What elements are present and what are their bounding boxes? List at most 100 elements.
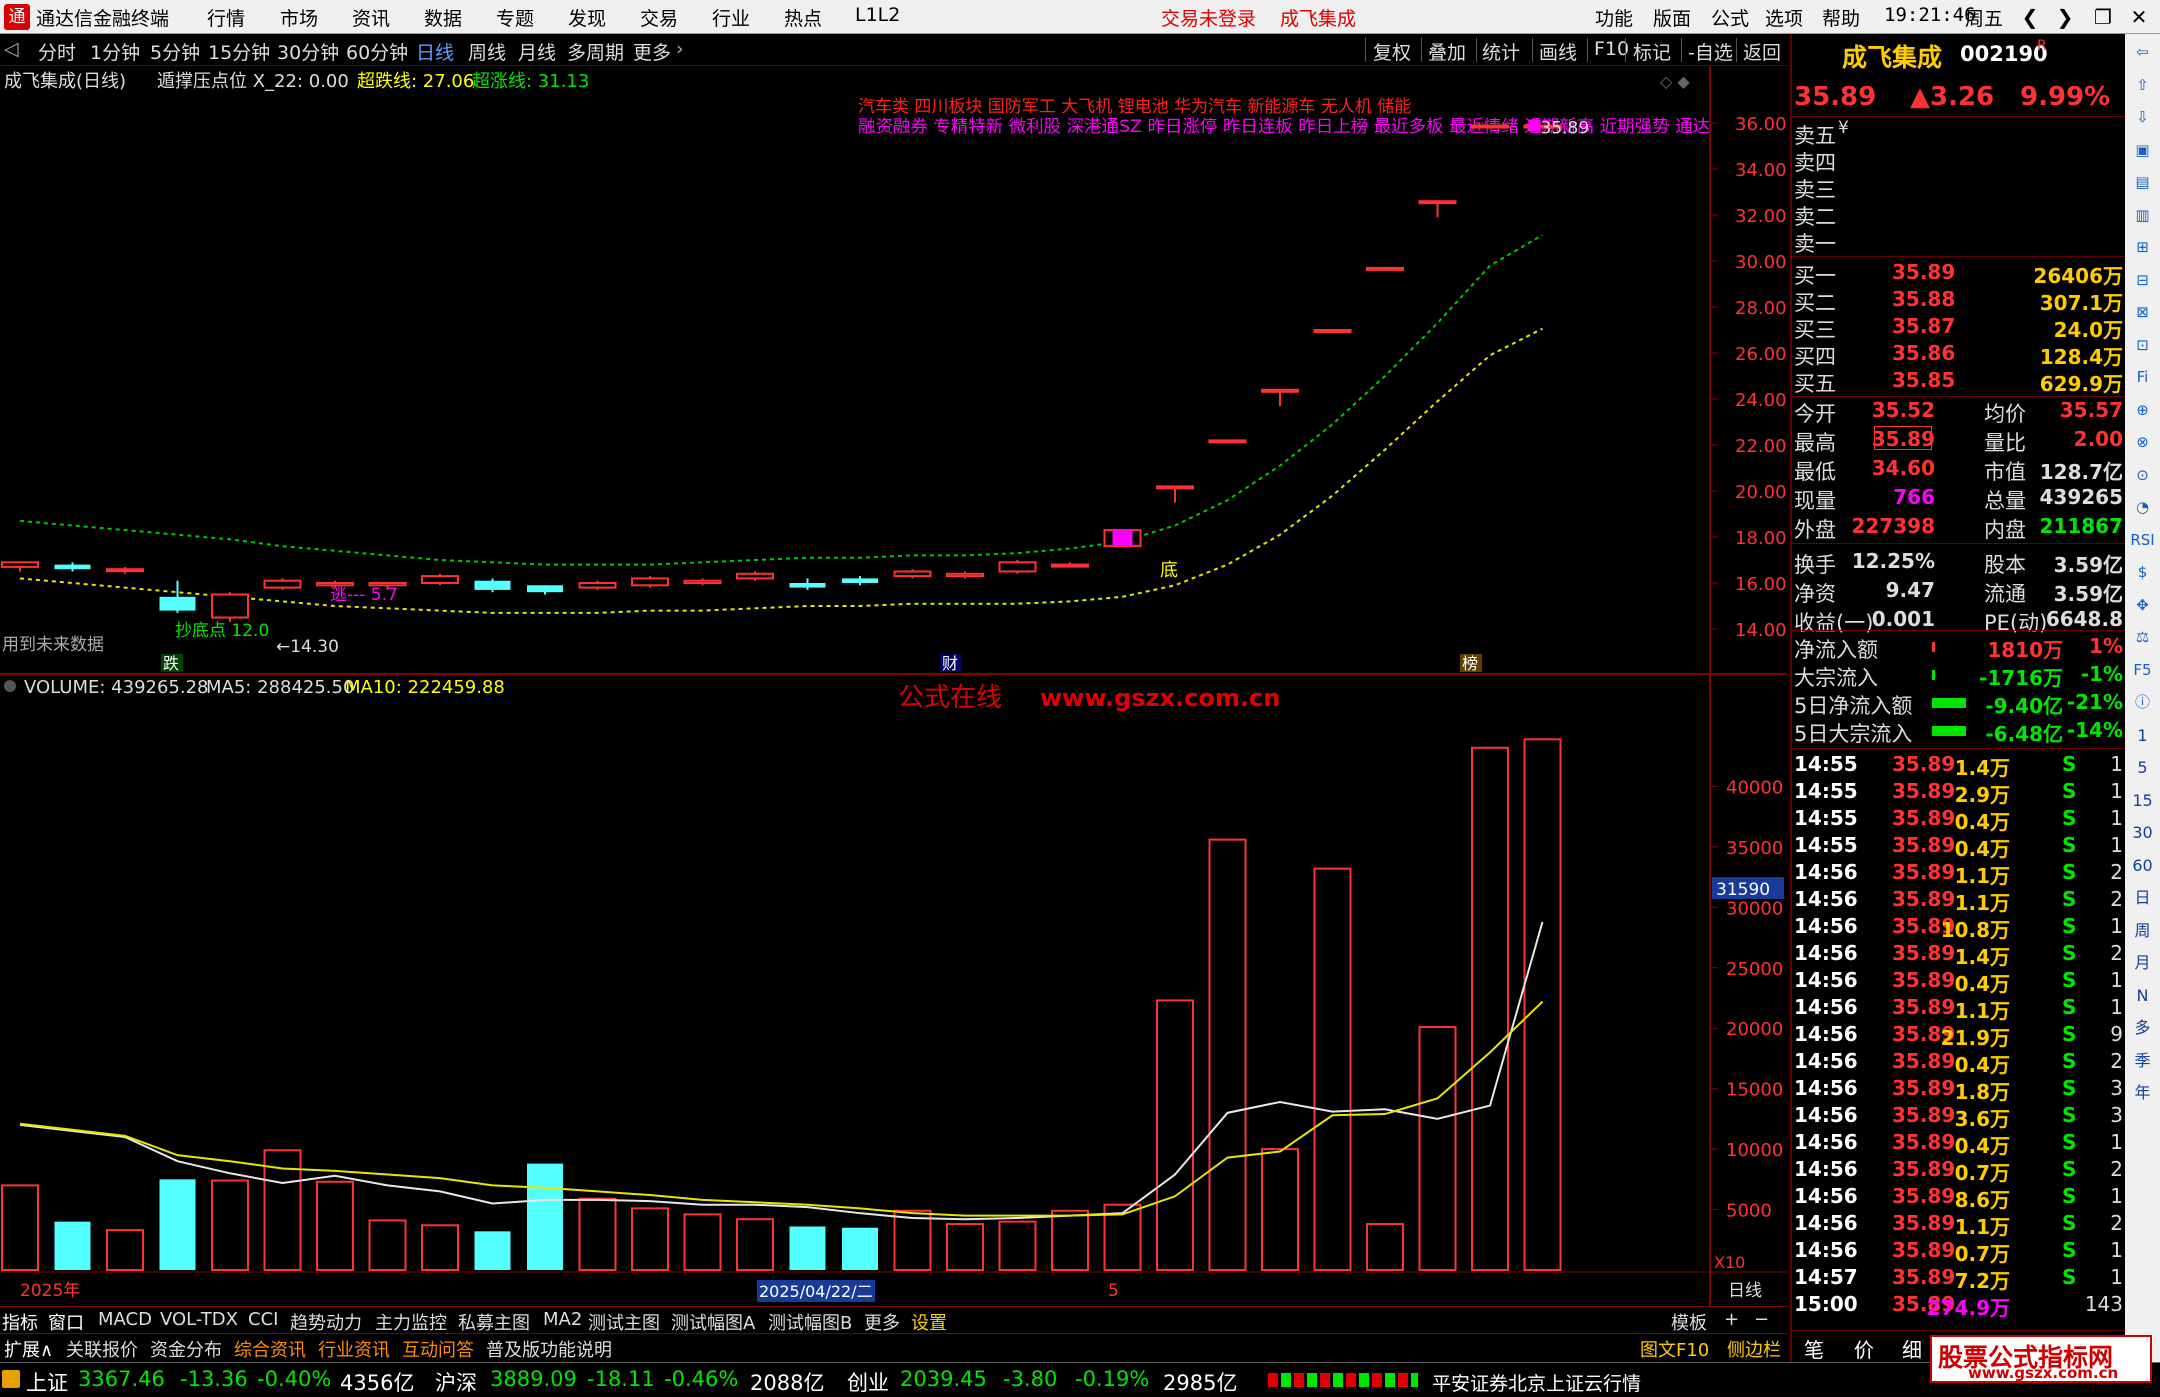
chart-options-icon[interactable]: ◇ ◆ bbox=[1660, 72, 1690, 91]
tool-diejia[interactable]: 叠加 bbox=[1428, 38, 1466, 65]
sidebar-tool-icon[interactable]: ⇩ bbox=[2130, 105, 2155, 130]
indicator-tab[interactable]: 私募主图 bbox=[458, 1309, 530, 1335]
volume-bar[interactable] bbox=[1261, 1148, 1299, 1271]
sidebar-tool-icon[interactable]: 月 bbox=[2130, 950, 2155, 975]
extension-tab[interactable]: 综合资讯 bbox=[234, 1336, 306, 1362]
volume-bar[interactable] bbox=[1523, 738, 1562, 1271]
tool-huaxian[interactable]: 画线 bbox=[1539, 38, 1577, 65]
sidebar-tool-icon[interactable]: ⊡ bbox=[2130, 333, 2155, 358]
menu-shichang[interactable]: 市场 bbox=[280, 4, 318, 31]
sidebar-tool-icon[interactable]: ✥ bbox=[2130, 593, 2155, 618]
indicator-tab[interactable]: 设置 bbox=[911, 1309, 947, 1335]
indicator-tab[interactable]: 指标 bbox=[2, 1309, 38, 1335]
sidebar-tool-icon[interactable]: 5 bbox=[2130, 755, 2155, 780]
template-control[interactable]: 模板 bbox=[1671, 1309, 1707, 1335]
volume-bar[interactable] bbox=[736, 1218, 774, 1272]
volume-bar[interactable] bbox=[106, 1229, 144, 1272]
candle[interactable] bbox=[631, 576, 669, 588]
hs-label[interactable]: 沪深 bbox=[435, 1367, 477, 1397]
menu-zhuanti[interactable]: 专题 bbox=[496, 4, 534, 31]
sidebar-tool-icon[interactable]: 1 bbox=[2130, 723, 2155, 748]
menu-gongshi[interactable]: 公式 bbox=[1711, 4, 1749, 31]
menu-redian[interactable]: 热点 bbox=[784, 4, 822, 31]
side-toggle[interactable]: 图文F10 bbox=[1640, 1336, 1709, 1362]
sidebar-tool-icon[interactable]: 多 bbox=[2130, 1015, 2155, 1040]
concept-tags-1[interactable]: 汽车类 四川板块 国防军工 大飞机 锂电池 华为汽车 新能源车 无人机 储能 bbox=[858, 97, 1411, 117]
sidebar-tool-icon[interactable]: ⚖ bbox=[2130, 625, 2155, 650]
tool-fanhui[interactable]: 返回 bbox=[1743, 38, 1781, 65]
sidebar-tool-icon[interactable]: N bbox=[2130, 983, 2155, 1008]
close-icon[interactable]: ✕ bbox=[2124, 3, 2154, 31]
candle[interactable] bbox=[421, 573, 459, 586]
volume-bar[interactable] bbox=[1156, 999, 1194, 1271]
extension-tab[interactable]: 资金分布 bbox=[150, 1336, 222, 1362]
candle[interactable] bbox=[578, 580, 617, 590]
volume-bar[interactable] bbox=[893, 1209, 932, 1271]
sidebar-tool-icon[interactable]: ⊞ bbox=[2130, 235, 2155, 260]
volume-bar[interactable] bbox=[1313, 867, 1352, 1271]
cy-label[interactable]: 创业 bbox=[847, 1367, 889, 1397]
volume-bar[interactable] bbox=[1051, 1209, 1089, 1271]
sidebar-tool-icon[interactable]: Fi bbox=[2130, 365, 2155, 390]
candle[interactable] bbox=[263, 578, 302, 590]
indicator-tab[interactable]: 窗口 bbox=[48, 1309, 84, 1335]
candle[interactable] bbox=[893, 569, 932, 579]
volume-bar[interactable] bbox=[1366, 1223, 1404, 1272]
candle[interactable] bbox=[1208, 439, 1247, 444]
volume-bar[interactable] bbox=[578, 1197, 617, 1271]
side-toggle[interactable]: 侧边栏《 bbox=[1727, 1336, 1799, 1362]
sidebar-tool-icon[interactable]: ▣ bbox=[2130, 138, 2155, 163]
sidebar-tool-icon[interactable]: ⊙ bbox=[2130, 463, 2155, 488]
menu-shuju[interactable]: 数据 bbox=[424, 4, 462, 31]
menu-hangye[interactable]: 行业 bbox=[712, 4, 750, 31]
sidebar-tool-icon[interactable]: ⇦ bbox=[2130, 40, 2155, 65]
sidebar-tool-icon[interactable]: ⊟ bbox=[2130, 268, 2155, 293]
tool-zixuan[interactable]: -自选 bbox=[1688, 38, 1733, 65]
template-control[interactable]: + bbox=[1724, 1309, 1739, 1330]
restore-icon[interactable]: ❐ bbox=[2088, 3, 2118, 31]
candle[interactable] bbox=[211, 592, 249, 623]
sidebar-tool-icon[interactable]: ▤ bbox=[2130, 170, 2155, 195]
volume-bar[interactable] bbox=[842, 1227, 878, 1270]
extension-tab[interactable]: 扩展∧ bbox=[4, 1336, 53, 1362]
sidebar-tool-icon[interactable]: ⓘ bbox=[2130, 690, 2155, 715]
menu-faxian[interactable]: 发现 bbox=[568, 4, 606, 31]
sh-label[interactable]: 上证 bbox=[26, 1367, 68, 1397]
menu-gongneng[interactable]: 功能 bbox=[1595, 4, 1633, 31]
extension-tab[interactable]: 行业资讯 bbox=[318, 1336, 390, 1362]
sidebar-tool-icon[interactable]: ⊕ bbox=[2130, 398, 2155, 423]
extension-tab[interactable]: 关联报价 bbox=[66, 1336, 138, 1362]
sidebar-tool-icon[interactable]: ▥ bbox=[2130, 203, 2155, 228]
volume-bar[interactable] bbox=[631, 1207, 669, 1272]
volume-bar[interactable] bbox=[1418, 1026, 1457, 1271]
menu-hangqing[interactable]: 行情 bbox=[207, 4, 245, 31]
sidebar-tool-icon[interactable]: 周 bbox=[2130, 918, 2155, 943]
indicator-tab[interactable]: MACD bbox=[98, 1309, 152, 1330]
volume-bar[interactable] bbox=[1, 1184, 39, 1272]
sidebar-tool-icon[interactable]: 日 bbox=[2130, 885, 2155, 910]
extension-tab[interactable]: 互动问答 bbox=[402, 1336, 474, 1362]
sidebar-tool-icon[interactable]: 60 bbox=[2130, 853, 2155, 878]
extension-tab[interactable]: 普及版功能说明 bbox=[486, 1336, 612, 1362]
sidebar-tool-icon[interactable]: RSI bbox=[2130, 528, 2155, 553]
candle[interactable] bbox=[736, 571, 774, 581]
volume-bar[interactable] bbox=[998, 1220, 1037, 1271]
volume-bar[interactable] bbox=[368, 1219, 407, 1271]
sidebar-tool-icon[interactable]: 年 bbox=[2130, 1080, 2155, 1105]
volume-bar[interactable] bbox=[1471, 746, 1509, 1271]
tool-f10[interactable]: F10 bbox=[1594, 38, 1629, 60]
event-marker-bang[interactable]: 榜 bbox=[1460, 654, 1482, 673]
candle[interactable] bbox=[1366, 266, 1404, 271]
volume-bar[interactable] bbox=[946, 1223, 984, 1272]
index-icon[interactable] bbox=[2, 1370, 20, 1388]
menu-l1l2[interactable]: L1L2 bbox=[855, 4, 900, 26]
menu-jiaoyi[interactable]: 交易 bbox=[640, 4, 678, 31]
forward-icon[interactable]: ❯ bbox=[2050, 3, 2080, 31]
menu-bangzhu[interactable]: 帮助 bbox=[1822, 4, 1860, 31]
candle[interactable] bbox=[998, 560, 1037, 574]
menu-zixun[interactable]: 资讯 bbox=[352, 4, 390, 31]
sidebar-tool-icon[interactable]: 15 bbox=[2130, 788, 2155, 813]
sidebar-tool-icon[interactable]: ⊗ bbox=[2130, 430, 2155, 455]
volume-bar[interactable] bbox=[789, 1226, 826, 1270]
volume-bar[interactable] bbox=[316, 1180, 354, 1271]
